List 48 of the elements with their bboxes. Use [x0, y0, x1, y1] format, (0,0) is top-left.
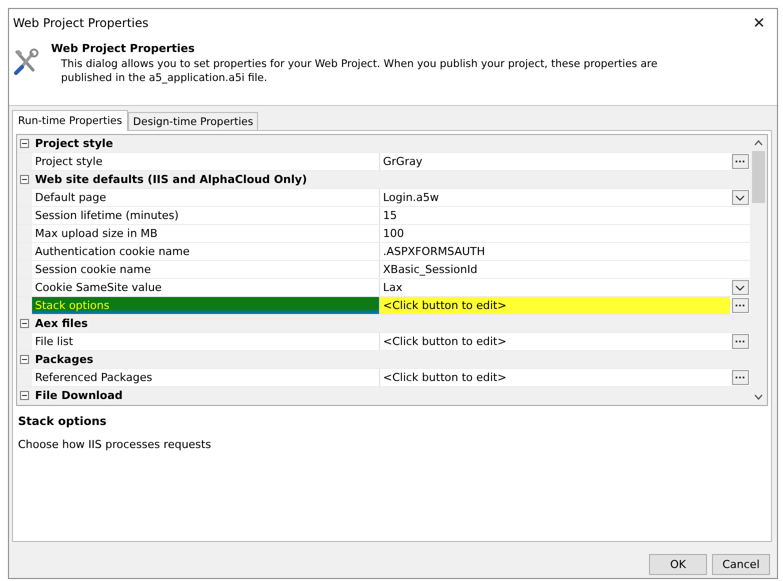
tools-icon: [13, 48, 39, 76]
ellipsis-button[interactable]: [732, 154, 748, 169]
chevron-down-icon: [735, 194, 745, 200]
dropdown-button[interactable]: [732, 190, 748, 205]
ellipsis-button[interactable]: [732, 370, 748, 385]
property-value[interactable]: <Click button to edit>: [380, 297, 730, 314]
scroll-thumb[interactable]: [752, 151, 765, 203]
property-name[interactable]: Session cookie name: [32, 261, 380, 278]
property-name[interactable]: Project style: [32, 153, 380, 170]
window-title: Web Project Properties: [13, 16, 148, 30]
scroll-down-icon[interactable]: [754, 394, 763, 400]
ellipsis-icon: [735, 340, 745, 343]
scrollbar[interactable]: [750, 135, 767, 405]
category-label: Packages: [34, 353, 94, 366]
collapse-toggle-icon[interactable]: [20, 175, 29, 184]
help-text: Choose how IIS processes requests: [18, 438, 212, 451]
ellipsis-icon: [735, 160, 745, 163]
property-name[interactable]: Default page: [32, 189, 380, 206]
ellipsis-button[interactable]: [732, 298, 748, 313]
close-button[interactable]: ✕: [741, 10, 777, 36]
property-name[interactable]: Cookie SameSite value: [32, 279, 380, 296]
category-label: Aex files: [34, 317, 88, 330]
ellipsis-button[interactable]: [732, 334, 748, 349]
property-name[interactable]: Authentication cookie name: [32, 243, 380, 260]
ellipsis-icon: [735, 376, 745, 379]
ellipsis-icon: [735, 304, 745, 307]
category-label: Project style: [34, 137, 114, 150]
category-label: File Download: [34, 389, 123, 402]
header-description: This dialog allows you to set properties for your Web Project. When you publish your project, these properties are published in the a5_application.a5i file.: [61, 57, 658, 85]
header-title: Web Project Properties: [51, 42, 196, 55]
property-name[interactable]: Max upload size in MB: [32, 225, 380, 242]
collapse-toggle-icon[interactable]: [20, 355, 29, 364]
tab[interactable]: Run-time Properties: [12, 110, 128, 131]
collapse-toggle-icon[interactable]: [20, 391, 29, 400]
category-label: Web site defaults (IIS and AlphaCloud Only): [34, 173, 307, 186]
dropdown-button[interactable]: [732, 280, 748, 295]
property-name[interactable]: Referenced Packages: [32, 369, 380, 386]
dialog-button[interactable]: Cancel: [712, 554, 770, 575]
property-name[interactable]: File list: [32, 333, 380, 350]
property-name[interactable]: Session lifetime (minutes): [32, 207, 380, 224]
collapse-toggle-icon[interactable]: [20, 319, 29, 328]
help-title: Stack options: [18, 414, 108, 428]
property-name[interactable]: Stack options: [32, 297, 380, 314]
scroll-up-icon[interactable]: [754, 140, 763, 146]
collapse-toggle-icon[interactable]: [20, 139, 29, 148]
chevron-down-icon: [735, 284, 745, 290]
tab[interactable]: Design-time Properties: [128, 112, 258, 130]
dialog-button[interactable]: OK: [649, 554, 707, 575]
